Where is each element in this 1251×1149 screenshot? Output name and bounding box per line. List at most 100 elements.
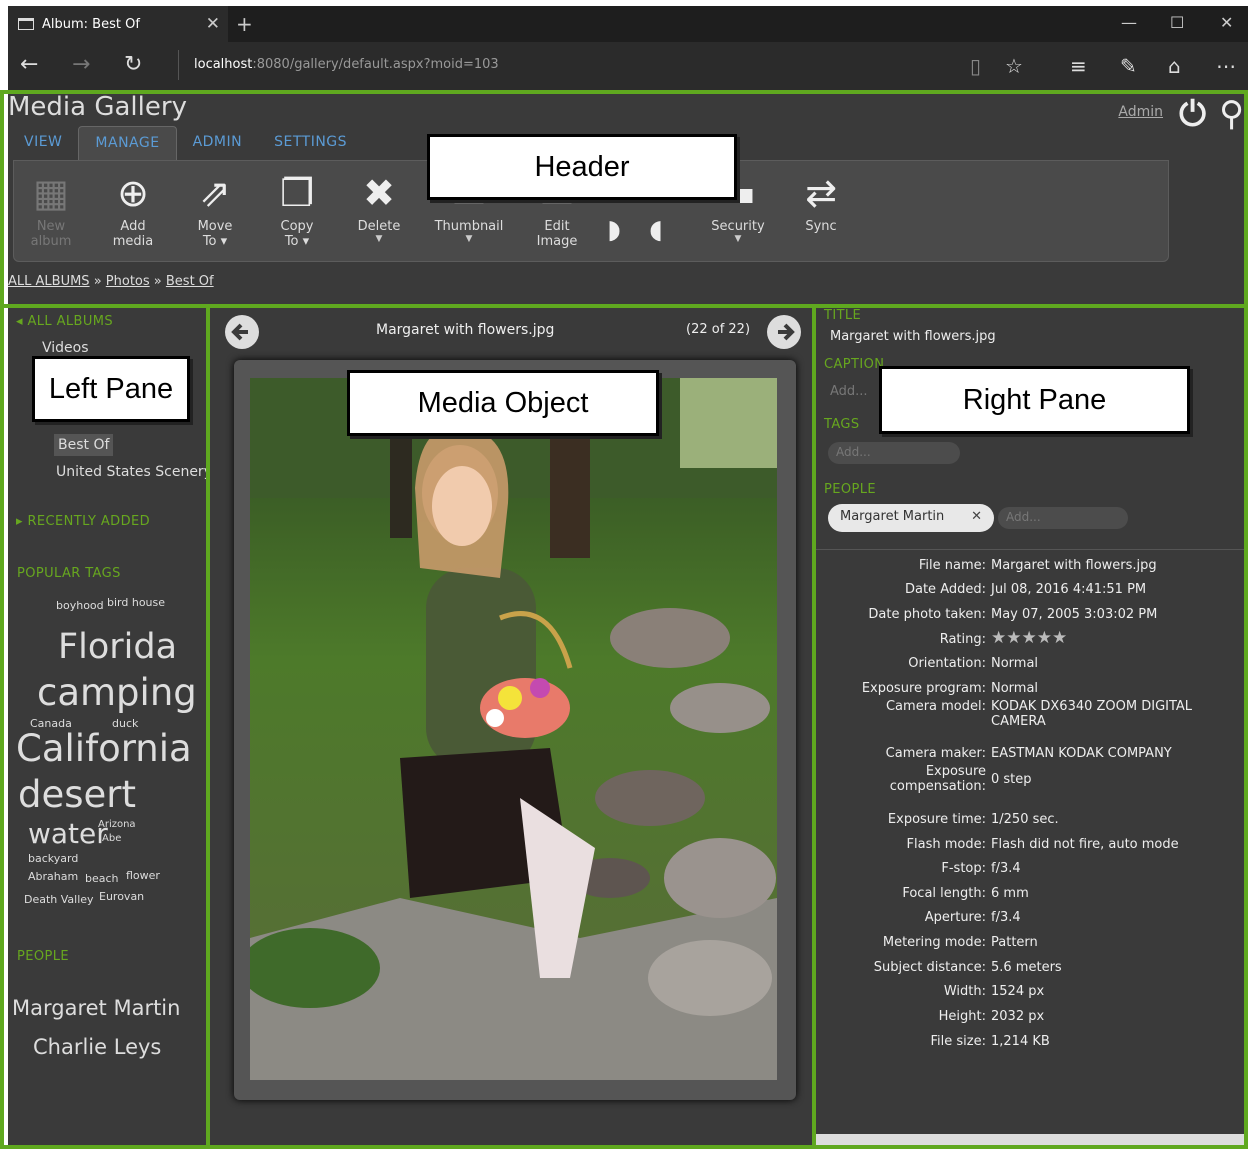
maximize-icon[interactable]: ☐ [1170, 13, 1184, 32]
remove-tag-icon[interactable]: ✕ [971, 509, 982, 524]
metadata-key: Orientation: [908, 656, 986, 671]
tag-bird-house[interactable]: bird house [107, 597, 165, 608]
rotate-left-icon: ◗ [607, 215, 621, 245]
metadata-key: Exposure program: [861, 681, 986, 696]
tag-death-valley[interactable]: Death Valley [24, 894, 94, 905]
album-best-of[interactable]: Best Of [54, 434, 114, 456]
add-media-label-2: media [112, 234, 154, 249]
new-album-label-2: album [30, 234, 72, 249]
copy-to-button[interactable]: ❐ Copy To ▾ [262, 167, 332, 249]
metadata-key: Metering mode: [882, 935, 986, 950]
web-note-icon[interactable]: ✎ [1120, 54, 1137, 78]
search-icon[interactable]: ⚲ [1219, 94, 1244, 134]
move-label-2: To ▾ [202, 234, 228, 249]
rotate-right-icon: ◖ [649, 215, 663, 245]
all-albums-node[interactable]: ◂ ALL ALBUMS [16, 314, 113, 329]
tag-abraham[interactable]: Abraham [28, 871, 78, 882]
tag-camping[interactable]: camping [37, 674, 197, 711]
tag-flower[interactable]: flower [126, 870, 160, 881]
tag-desert[interactable]: desert [18, 776, 136, 813]
rotate-left-button[interactable]: ◗ [594, 215, 634, 245]
tag-water[interactable]: water [28, 820, 108, 848]
metadata-key: Date photo taken: [868, 607, 986, 622]
metadata-key: File name: [918, 558, 986, 573]
new-tab-icon[interactable]: + [236, 12, 253, 36]
move-to-button[interactable]: ⇗ Move To ▾ [180, 167, 250, 249]
people-input[interactable]: Add... [998, 507, 1128, 529]
security-label: Security [711, 219, 765, 234]
rotate-right-button[interactable]: ◖ [636, 215, 676, 245]
gallery-title: Media Gallery [8, 92, 187, 122]
metadata-key: Date Added: [904, 582, 986, 597]
back-icon[interactable]: ← [20, 52, 38, 77]
new-album-icon: ▦ [33, 171, 69, 215]
title-label: TITLE [824, 308, 862, 323]
tag-florida[interactable]: Florida [58, 630, 177, 665]
left-pane: ◂ ALL ALBUMS Videos Best Of United State… [8, 304, 212, 1149]
metadata-value: Normal [991, 656, 1039, 671]
browser-tab[interactable]: Album: Best Of ✕ [8, 6, 228, 42]
tab-view[interactable]: VIEW [8, 126, 78, 160]
horizontal-scrollbar[interactable] [816, 1134, 1244, 1146]
add-media-button[interactable]: ⊕ Add media [98, 167, 168, 249]
breadcrumb-separator-icon: » [153, 274, 166, 289]
tab-settings[interactable]: SETTINGS [258, 126, 363, 160]
metadata-key: Camera maker: [885, 746, 986, 761]
tag-abe[interactable]: Abe [102, 834, 121, 844]
tag-california[interactable]: California [16, 730, 192, 767]
admin-link[interactable]: Admin [1118, 104, 1163, 120]
breadcrumb-all-albums[interactable]: ALL ALBUMS [8, 274, 90, 289]
tag-beach[interactable]: beach [85, 873, 119, 884]
tag-boyhood[interactable]: boyhood [56, 600, 104, 611]
share-icon[interactable]: ⌂ [1168, 54, 1181, 78]
tag-arizona[interactable]: Arizona [98, 820, 136, 830]
album-videos[interactable]: Videos [42, 340, 89, 356]
tab-admin[interactable]: ADMIN [177, 126, 259, 160]
header-callout: Header [427, 134, 737, 200]
person-tag-chip[interactable]: Margaret Martin ✕ [828, 504, 994, 532]
reading-view-icon[interactable]: ▯ [970, 54, 981, 78]
hub-icon[interactable]: ≡ [1070, 54, 1087, 78]
tab-manage[interactable]: MANAGE [78, 126, 177, 160]
recently-added-label: RECENTLY ADDED [27, 514, 150, 529]
person-margaret-martin[interactable]: Margaret Martin [12, 996, 180, 1020]
next-arrow-icon[interactable] [766, 314, 802, 350]
url-field[interactable]: localhost:8080/gallery/default.aspx?moid… [178, 50, 499, 80]
close-window-icon[interactable]: ✕ [1220, 13, 1233, 32]
sync-button[interactable]: ⇄ Sync [786, 167, 856, 234]
person-charlie-leys[interactable]: Charlie Leys [33, 1035, 161, 1059]
tags-input[interactable]: Add... [828, 442, 960, 464]
minimize-icon[interactable]: — [1121, 13, 1137, 32]
tags-label: TAGS [824, 417, 860, 432]
logout-icon[interactable]: ⏻ [1179, 94, 1206, 134]
sync-label: Sync [805, 219, 837, 234]
tag-eurovan[interactable]: Eurovan [99, 891, 144, 902]
media-photo[interactable] [250, 378, 777, 1080]
breadcrumb-photos[interactable]: Photos [106, 274, 150, 289]
media-object-callout: Media Object [347, 370, 659, 436]
favorite-star-icon[interactable]: ☆ [1005, 54, 1023, 78]
media-filename: Margaret with flowers.jpg [376, 322, 555, 338]
tag-backyard[interactable]: backyard [28, 853, 78, 864]
metadata-value: May 07, 2005 3:03:02 PM [991, 607, 1158, 622]
metadata-value: Margaret with flowers.jpg [991, 558, 1157, 573]
delete-button[interactable]: ✖ Delete ▼ [344, 167, 414, 244]
metadata-value: 1/250 sec. [991, 812, 1059, 827]
previous-arrow-icon[interactable] [224, 314, 260, 350]
refresh-icon[interactable]: ↻ [124, 52, 142, 77]
title-value[interactable]: Margaret with flowers.jpg [830, 329, 996, 344]
forward-icon[interactable]: → [72, 52, 90, 77]
metadata-value: Jul 08, 2016 4:41:51 PM [991, 582, 1147, 597]
new-album-button[interactable]: ▦ New album [16, 167, 86, 249]
album-united-states-scenery[interactable]: United States Scenery [56, 464, 212, 480]
person-tag-label: Margaret Martin [840, 509, 945, 524]
metadata-value: 1,214 KB [991, 1034, 1050, 1049]
close-tab-icon[interactable]: ✕ [206, 14, 220, 34]
people-label: PEOPLE [824, 482, 876, 497]
title-bar: Album: Best Of ✕ + — ☐ ✕ [8, 6, 1248, 42]
metadata-value: 0 step [991, 772, 1032, 787]
breadcrumb-best-of[interactable]: Best Of [166, 274, 214, 289]
caption-input[interactable]: Add... [830, 384, 868, 399]
recently-added-node[interactable]: ▸ RECENTLY ADDED [16, 514, 150, 529]
more-icon[interactable]: ⋯ [1216, 54, 1236, 78]
